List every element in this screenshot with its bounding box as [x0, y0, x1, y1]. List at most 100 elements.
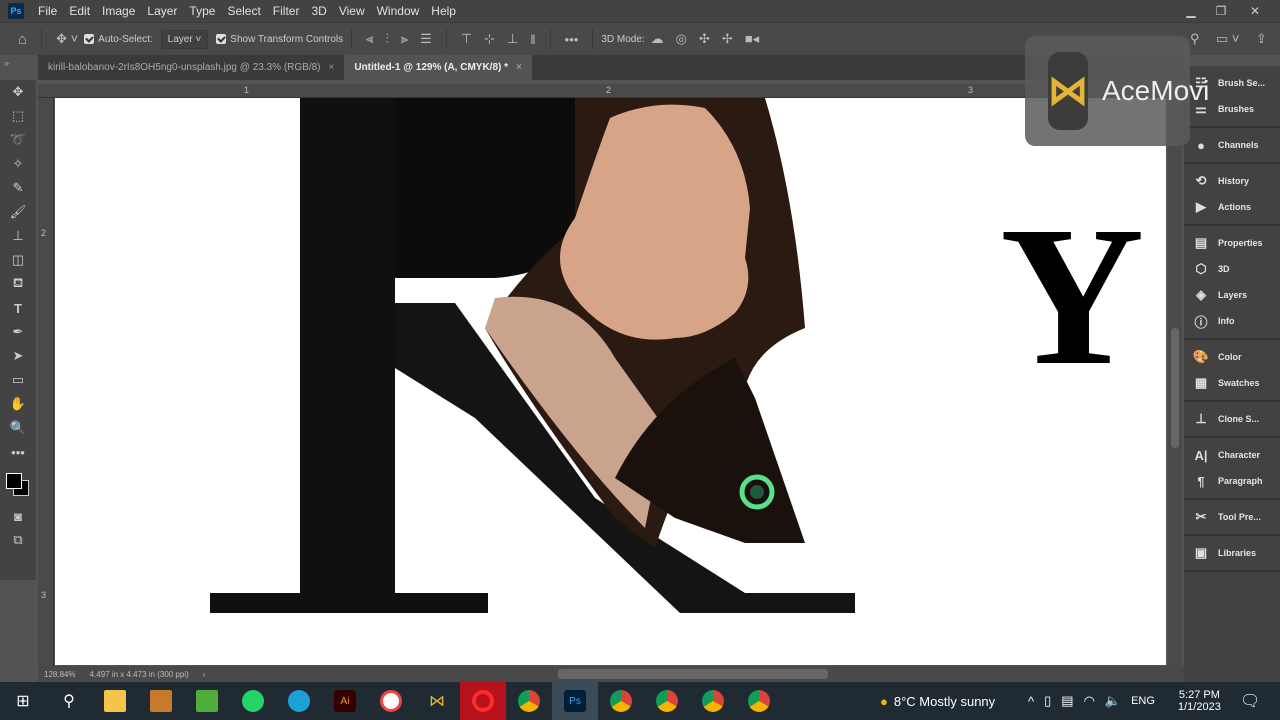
app-icon-3[interactable]: [368, 682, 414, 720]
language-indicator[interactable]: ENG: [1131, 695, 1155, 707]
panel-channels[interactable]: ● Channels: [1184, 132, 1280, 158]
clock[interactable]: 5:27 PM 1/1/2023: [1178, 682, 1221, 720]
acemovi-taskbar-icon[interactable]: ⋈: [414, 682, 460, 720]
zoom-level[interactable]: 128.84%: [44, 670, 76, 679]
panel-color[interactable]: 🎨 Color: [1184, 344, 1280, 370]
move-tool[interactable]: ✥: [0, 80, 36, 104]
menu-edit[interactable]: Edit: [63, 4, 96, 18]
align-right-icon[interactable]: ⫸: [401, 31, 408, 47]
orbit-3d-icon[interactable]: ☁: [651, 31, 664, 47]
search-icon[interactable]: ⚲: [1190, 31, 1200, 47]
whatsapp-icon[interactable]: [230, 682, 276, 720]
chrome-profile-2[interactable]: [644, 682, 690, 720]
align-middle-icon[interactable]: ⊹: [484, 31, 495, 47]
tab-kirill-photo[interactable]: kirill-balobanov-2rIs8OH5ng0-unsplash.jp…: [38, 55, 344, 80]
search-button[interactable]: ⚲: [46, 682, 92, 720]
type-tool[interactable]: T: [0, 296, 36, 320]
align-top-icon[interactable]: ⊤: [461, 31, 472, 47]
chrome-profile-4[interactable]: [736, 682, 782, 720]
move-tool-icon[interactable]: ✥ ˅: [56, 31, 78, 47]
home-icon[interactable]: ⌂: [18, 31, 27, 48]
menu-image[interactable]: Image: [96, 4, 141, 18]
menu-help[interactable]: Help: [425, 4, 462, 18]
panel-tool-presets[interactable]: ✂ Tool Pre...: [1184, 504, 1280, 530]
menu-select[interactable]: Select: [221, 4, 266, 18]
align-center-icon[interactable]: ⫶: [385, 31, 388, 47]
brush-tool[interactable]: 🖌: [0, 200, 36, 224]
auto-select-checkbox[interactable]: [84, 34, 95, 44]
magic-wand-tool[interactable]: ✧: [0, 152, 36, 176]
color-swatches[interactable]: [0, 464, 36, 504]
edge-icon[interactable]: [276, 682, 322, 720]
panel-actions[interactable]: ▶ Actions: [1184, 194, 1280, 220]
close-tab-icon[interactable]: ×: [516, 62, 522, 73]
menu-file[interactable]: File: [32, 4, 63, 18]
stamp-tool[interactable]: ⊥: [0, 224, 36, 248]
app-icon-2[interactable]: [184, 682, 230, 720]
lasso-tool[interactable]: ➰: [0, 128, 36, 152]
menu-view[interactable]: View: [333, 4, 371, 18]
photoshop-taskbar-icon[interactable]: Ps: [552, 682, 598, 720]
pen-tool[interactable]: ✒: [0, 320, 36, 344]
show-transform-checkbox[interactable]: [216, 34, 227, 44]
expand-toolbar-icon[interactable]: »: [4, 58, 9, 68]
close-button[interactable]: ✕: [1240, 0, 1270, 22]
workspace-icon[interactable]: ▭ ˅: [1216, 31, 1240, 47]
menu-3d[interactable]: 3D: [305, 4, 332, 18]
share-icon[interactable]: ⇪: [1256, 31, 1267, 47]
paint-bucket-tool[interactable]: ⛾: [0, 272, 36, 296]
more-options-button[interactable]: •••: [565, 32, 579, 47]
panel-paragraph[interactable]: ¶ Paragraph: [1184, 468, 1280, 494]
close-tab-icon[interactable]: ×: [329, 62, 335, 73]
notifications-icon[interactable]: 🗨: [1240, 682, 1260, 720]
panel-character[interactable]: A| Character: [1184, 442, 1280, 468]
menu-layer[interactable]: Layer: [141, 4, 183, 18]
vertical-scrollbar[interactable]: [1168, 98, 1182, 666]
panel-layers[interactable]: ◈ Layers: [1184, 282, 1280, 308]
start-button[interactable]: ⊞: [0, 682, 46, 720]
panel-properties[interactable]: ▤ Properties: [1184, 230, 1280, 256]
menu-window[interactable]: Window: [371, 4, 426, 18]
more-tools-icon[interactable]: •••: [0, 440, 36, 464]
weather-widget[interactable]: ● 8°C Mostly sunny: [880, 682, 995, 720]
panel-history[interactable]: ⟲ History: [1184, 168, 1280, 194]
chevron-up-icon[interactable]: ^: [1028, 694, 1034, 709]
zoom-tool[interactable]: 🔍: [0, 416, 36, 440]
rectangle-tool[interactable]: ▭: [0, 368, 36, 392]
panel-info[interactable]: ⓘ Info: [1184, 308, 1280, 334]
tab-untitled-1[interactable]: Untitled-1 @ 129% (A, CMYK/8) * ×: [344, 55, 532, 80]
distribute-vertical-icon[interactable]: ‖: [530, 32, 535, 47]
align-bottom-icon[interactable]: ⊥: [507, 31, 518, 47]
document-canvas[interactable]: Y: [55, 98, 1166, 665]
panel-swatches[interactable]: ▦ Swatches: [1184, 370, 1280, 396]
chrome-profile-3[interactable]: [690, 682, 736, 720]
eyedropper-tool[interactable]: ✎: [0, 176, 36, 200]
align-left-icon[interactable]: ⫷: [366, 31, 373, 47]
panel-clone-source[interactable]: ⊥ Clone S...: [1184, 406, 1280, 432]
quick-mask-icon[interactable]: ◙: [0, 504, 36, 528]
chrome-icon[interactable]: [506, 682, 552, 720]
horizontal-scrollbar[interactable]: [558, 669, 828, 679]
pan-3d-icon[interactable]: ✣: [699, 31, 710, 47]
menu-type[interactable]: Type: [183, 4, 221, 18]
marquee-tool[interactable]: ⬚: [0, 104, 36, 128]
file-explorer-icon[interactable]: [92, 682, 138, 720]
app-icon-1[interactable]: [138, 682, 184, 720]
hand-tool[interactable]: ✋: [0, 392, 36, 416]
screen-mode-icon[interactable]: ⧉: [0, 528, 36, 552]
restore-button[interactable]: ❐: [1206, 0, 1236, 22]
panel-libraries[interactable]: ▣ Libraries: [1184, 540, 1280, 566]
eraser-tool[interactable]: ◫: [0, 248, 36, 272]
menu-filter[interactable]: Filter: [267, 4, 306, 18]
roll-3d-icon[interactable]: ◎: [676, 31, 687, 47]
system-tray[interactable]: ^ ▯ ▤ ◠ 🔈 ENG: [1028, 682, 1155, 720]
status-menu-arrow[interactable]: ›: [203, 670, 206, 679]
auto-select-dropdown[interactable]: Layer ˅: [160, 29, 209, 49]
illustrator-icon[interactable]: Ai: [322, 682, 368, 720]
minimize-button[interactable]: ▁: [1176, 0, 1206, 22]
slide-3d-icon[interactable]: ✢: [722, 31, 733, 47]
distribute-icon[interactable]: ☰: [420, 31, 432, 47]
opera-icon[interactable]: [460, 682, 506, 720]
camera-3d-icon[interactable]: ■◂: [745, 31, 759, 47]
path-selection-tool[interactable]: ➤: [0, 344, 36, 368]
